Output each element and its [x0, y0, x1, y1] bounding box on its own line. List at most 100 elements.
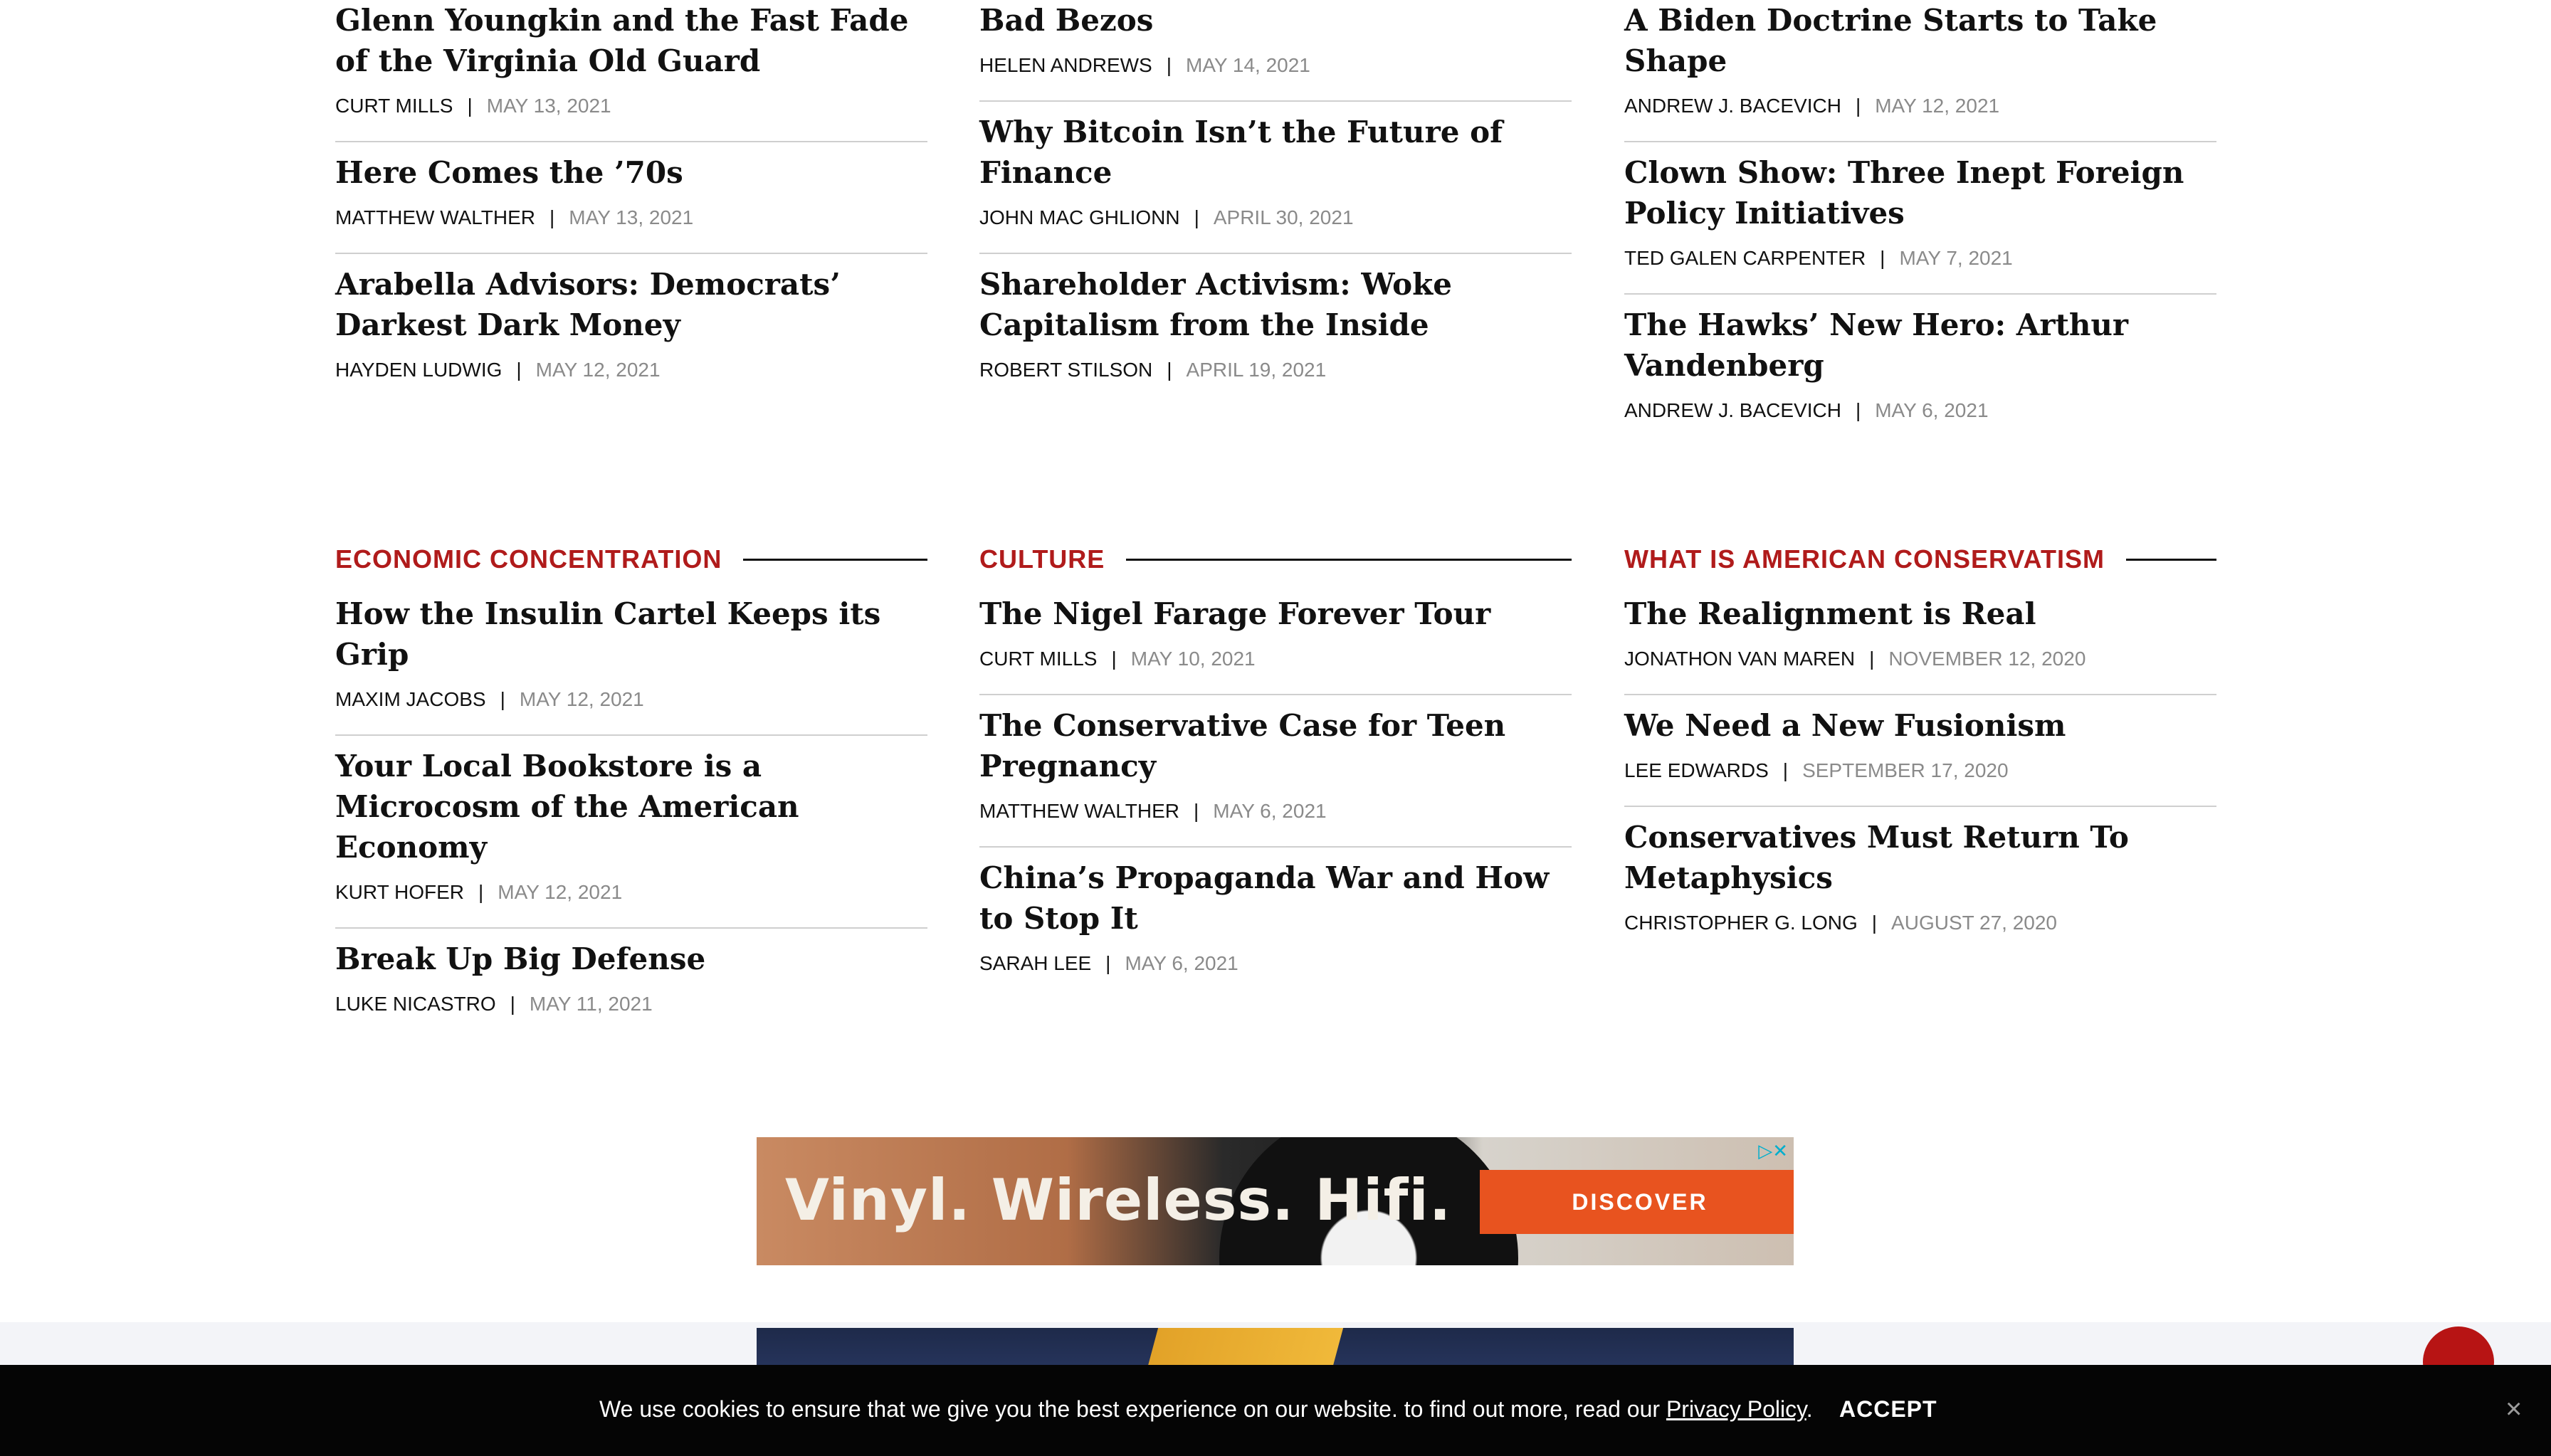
article-author[interactable]: CURT MILLS: [979, 647, 1097, 671]
section-header: CULTURE: [979, 541, 1572, 578]
column-3-top: A Biden Doctrine Starts to Take Shape AN…: [1624, 0, 2216, 445]
article-meta: ANDREW J. BACEVICH | MAY 12, 2021: [1624, 94, 2216, 118]
column-2-top: Bad Bezos HELEN ANDREWS | MAY 14, 2021 W…: [979, 0, 1572, 405]
article-author[interactable]: SARAH LEE: [979, 951, 1091, 976]
article-date: MAY 10, 2021: [1130, 648, 1256, 670]
ad-choices-icon[interactable]: ▷✕: [1758, 1140, 1788, 1162]
article-author[interactable]: ROBERT STILSON: [979, 358, 1152, 382]
article-date: MAY 12, 2021: [498, 881, 623, 903]
article-meta: LEE EDWARDS | SEPTEMBER 17, 2020: [1624, 759, 2216, 783]
article-card: Break Up Big Defense LUKE NICASTRO | MAY…: [335, 929, 927, 1039]
article-title[interactable]: Bad Bezos: [979, 0, 1572, 41]
article-author[interactable]: CURT MILLS: [335, 94, 453, 118]
article-card: Glenn Youngkin and the Fast Fade of the …: [335, 0, 927, 142]
meta-separator: |: [510, 993, 515, 1015]
article-date: MAY 6, 2021: [1875, 399, 1989, 421]
article-meta: CURT MILLS | MAY 10, 2021: [979, 647, 1572, 671]
article-author[interactable]: HELEN ANDREWS: [979, 53, 1152, 78]
article-author[interactable]: HAYDEN LUDWIG: [335, 358, 502, 382]
article-author[interactable]: TED GALEN CARPENTER: [1624, 246, 1866, 270]
section-title[interactable]: WHAT IS AMERICAN CONSERVATISM: [1624, 544, 2105, 574]
article-author[interactable]: LEE EDWARDS: [1624, 759, 1769, 783]
section-title[interactable]: ECONOMIC CONCENTRATION: [335, 544, 722, 574]
article-date: MAY 12, 2021: [1875, 95, 2000, 117]
article-author[interactable]: CHRISTOPHER G. LONG: [1624, 911, 1858, 935]
accept-button[interactable]: ACCEPT: [1839, 1396, 1937, 1423]
article-meta: HAYDEN LUDWIG | MAY 12, 2021: [335, 358, 927, 382]
article-title[interactable]: The Realignment is Real: [1624, 594, 2216, 634]
cookie-banner: We use cookies to ensure that we give yo…: [0, 1365, 2551, 1456]
ad-banner[interactable]: Vinyl. Wireless. Hifi. DISCOVER ▷✕: [757, 1137, 1794, 1265]
section-title[interactable]: CULTURE: [979, 544, 1105, 574]
meta-separator: |: [1782, 759, 1789, 781]
cookie-message: We use cookies to ensure that we give yo…: [599, 1396, 1813, 1423]
article-title[interactable]: The Hawks’ New Hero: Arthur Vandenberg: [1624, 305, 2216, 386]
article-meta: ANDREW J. BACEVICH | MAY 6, 2021: [1624, 399, 2216, 423]
article-title[interactable]: Conservatives Must Return To Metaphysics: [1624, 817, 2216, 898]
ad-headline: Vinyl. Wireless. Hifi.: [785, 1167, 1452, 1233]
article-meta: SARAH LEE | MAY 6, 2021: [979, 951, 1572, 976]
article-date: MAY 12, 2021: [519, 688, 644, 710]
article-title[interactable]: A Biden Doctrine Starts to Take Shape: [1624, 0, 2216, 81]
meta-separator: |: [1105, 952, 1111, 974]
article-title[interactable]: Shareholder Activism: Woke Capitalism fr…: [979, 264, 1572, 345]
article-meta: KURT HOFER | MAY 12, 2021: [335, 880, 927, 904]
cookie-text: We use cookies to ensure that we give yo…: [599, 1396, 1666, 1422]
article-title[interactable]: Your Local Bookstore is a Microcosm of t…: [335, 746, 927, 867]
privacy-policy-link[interactable]: Privacy Policy: [1666, 1396, 1806, 1422]
article-title[interactable]: Arabella Advisors: Democrats’ Darkest Da…: [335, 264, 927, 345]
article-title[interactable]: The Nigel Farage Forever Tour: [979, 594, 1572, 634]
article-author[interactable]: LUKE NICASTRO: [335, 992, 496, 1016]
article-title[interactable]: Here Comes the ’70s: [335, 152, 927, 193]
article-card: Bad Bezos HELEN ANDREWS | MAY 14, 2021: [979, 0, 1572, 102]
article-author[interactable]: MAXIM JACOBS: [335, 687, 486, 712]
meta-separator: |: [500, 688, 505, 710]
article-date: APRIL 30, 2021: [1213, 206, 1354, 228]
article-title[interactable]: Why Bitcoin Isn’t the Future of Finance: [979, 112, 1572, 193]
article-card: Here Comes the ’70s MATTHEW WALTHER | MA…: [335, 142, 927, 254]
article-title[interactable]: China’s Propaganda War and How to Stop I…: [979, 858, 1572, 939]
article-card: China’s Propaganda War and How to Stop I…: [979, 848, 1572, 998]
article-author[interactable]: ANDREW J. BACEVICH: [1624, 399, 1841, 423]
article-date: AUGUST 27, 2020: [1891, 912, 2057, 934]
section-divider: [743, 558, 927, 561]
article-card: Shareholder Activism: Woke Capitalism fr…: [979, 254, 1572, 405]
article-meta: HELEN ANDREWS | MAY 14, 2021: [979, 53, 1572, 78]
article-author[interactable]: JONATHON VAN MAREN: [1624, 647, 1855, 671]
article-card: How the Insulin Cartel Keeps its Grip MA…: [335, 584, 927, 736]
meta-separator: |: [1166, 54, 1172, 76]
meta-separator: |: [549, 206, 555, 228]
article-title[interactable]: We Need a New Fusionism: [1624, 705, 2216, 746]
article-card: The Nigel Farage Forever Tour CURT MILLS…: [979, 584, 1572, 695]
ad-discover-button[interactable]: DISCOVER: [1480, 1170, 1794, 1234]
article-author[interactable]: KURT HOFER: [335, 880, 464, 904]
meta-separator: |: [478, 881, 484, 903]
article-card: Clown Show: Three Inept Foreign Policy I…: [1624, 142, 2216, 295]
article-author[interactable]: JOHN MAC GHLIONN: [979, 206, 1180, 230]
section-header: ECONOMIC CONCENTRATION: [335, 541, 927, 578]
meta-separator: |: [1869, 648, 1875, 670]
article-title[interactable]: How the Insulin Cartel Keeps its Grip: [335, 594, 927, 675]
meta-separator: |: [467, 95, 473, 117]
article-card: The Conservative Case for Teen Pregnancy…: [979, 695, 1572, 848]
article-date: SEPTEMBER 17, 2020: [1802, 759, 2009, 781]
article-title[interactable]: The Conservative Case for Teen Pregnancy: [979, 705, 1572, 786]
article-card: We Need a New Fusionism LEE EDWARDS | SE…: [1624, 695, 2216, 807]
section-divider: [2126, 558, 2216, 561]
close-icon[interactable]: ×: [2505, 1393, 2522, 1425]
article-card: Your Local Bookstore is a Microcosm of t…: [335, 736, 927, 929]
article-title[interactable]: Glenn Youngkin and the Fast Fade of the …: [335, 0, 927, 81]
meta-separator: |: [1194, 206, 1199, 228]
cookie-text-end: .: [1806, 1396, 1813, 1422]
article-title[interactable]: Break Up Big Defense: [335, 939, 927, 979]
article-date: MAY 7, 2021: [1899, 247, 2013, 269]
article-author[interactable]: MATTHEW WALTHER: [979, 799, 1179, 823]
meta-separator: |: [1855, 399, 1861, 421]
article-author[interactable]: MATTHEW WALTHER: [335, 206, 535, 230]
column-1-top: Glenn Youngkin and the Fast Fade of the …: [335, 0, 927, 405]
meta-separator: |: [1871, 912, 1878, 934]
article-meta: JONATHON VAN MAREN | NOVEMBER 12, 2020: [1624, 647, 2216, 671]
article-author[interactable]: ANDREW J. BACEVICH: [1624, 94, 1841, 118]
article-meta: MATTHEW WALTHER | MAY 6, 2021: [979, 799, 1572, 823]
article-title[interactable]: Clown Show: Three Inept Foreign Policy I…: [1624, 152, 2216, 233]
